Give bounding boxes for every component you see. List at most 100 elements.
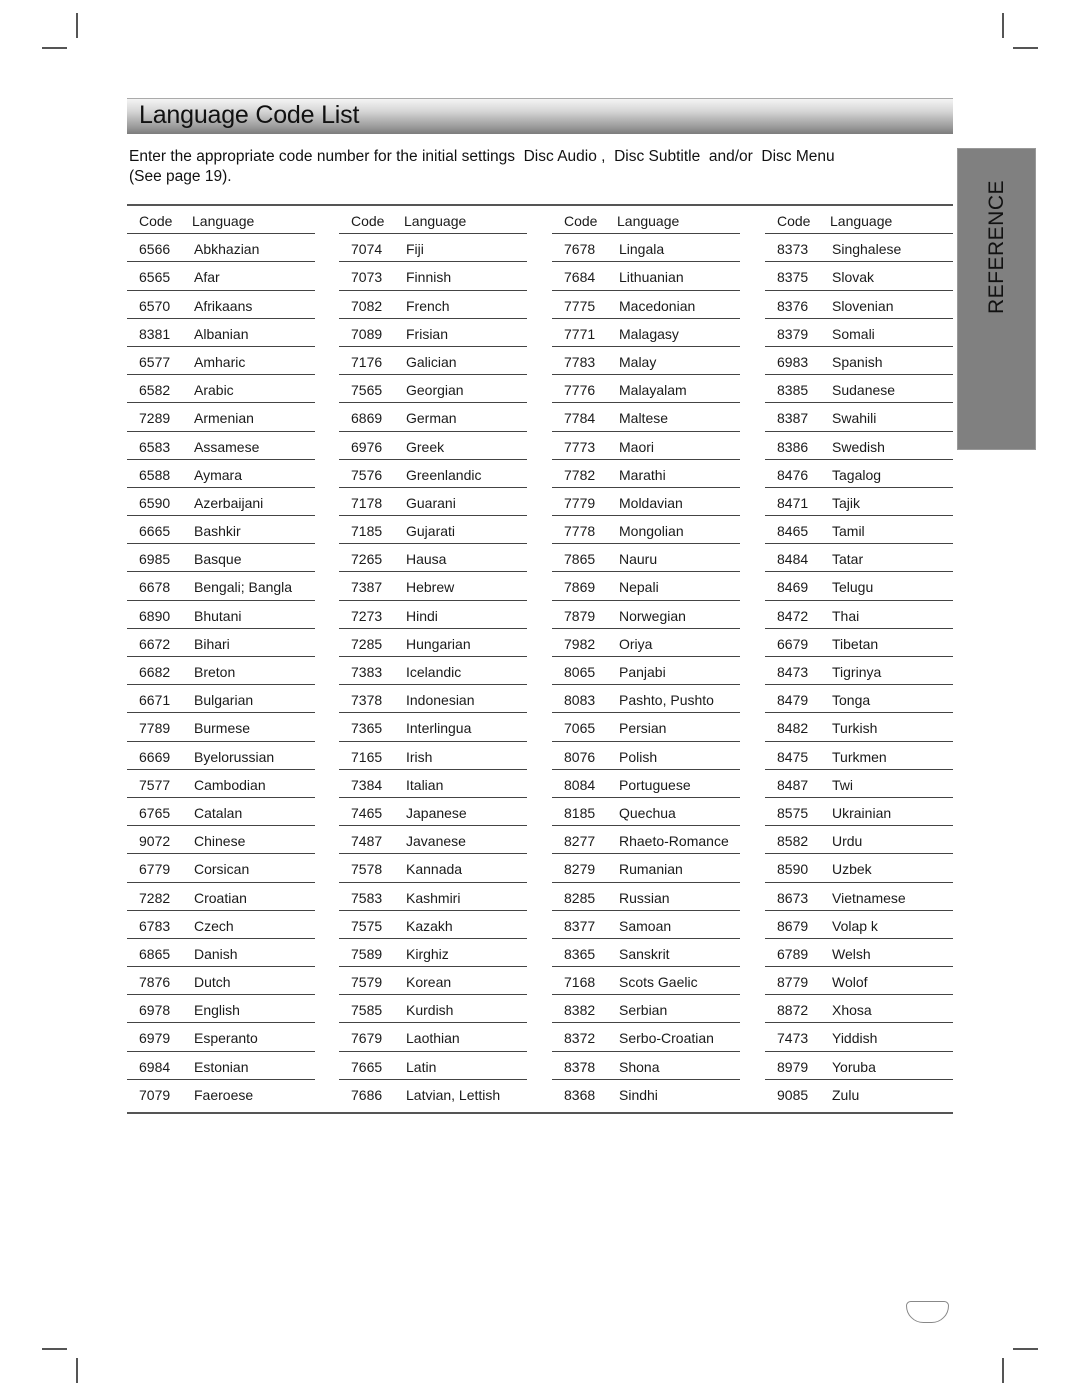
language-code: 6985 [139, 551, 171, 568]
language-name: Maltese [619, 410, 669, 427]
language-code: 7074 [351, 241, 383, 258]
language-code: 7575 [351, 917, 383, 934]
language-code: 7289 [139, 410, 171, 427]
table-row: 6682 Breton [127, 657, 315, 686]
intro-line-2: (See page 19). [129, 168, 232, 185]
language-code: 7079 [139, 1086, 171, 1103]
table-row: 7079 Faeroese [127, 1080, 315, 1108]
table-row: 6566 Abkhazian [127, 234, 315, 263]
language-name: Kurdish [406, 1002, 454, 1019]
language-code: 7473 [777, 1030, 809, 1047]
language-code: 8083 [564, 692, 596, 709]
language-name: Czech [194, 917, 234, 934]
header-code: Code [564, 213, 598, 229]
table-header-row: Code Language [339, 206, 527, 235]
language-code: 6789 [777, 945, 809, 962]
language-code: 8476 [777, 466, 809, 483]
language-name: Macedonian [619, 297, 696, 314]
language-name: Croatian [194, 889, 247, 906]
language-code: 7579 [351, 974, 383, 991]
language-name: Norwegian [619, 607, 686, 624]
language-code: 7771 [564, 325, 596, 342]
table-row: 7265 Hausa [339, 544, 527, 573]
header-code: Code [351, 213, 385, 229]
language-code: 7869 [564, 579, 596, 596]
table-row: 7383 Icelandic [339, 657, 527, 686]
language-name: Laothian [406, 1030, 460, 1047]
table-row: 7387 Hebrew [339, 572, 527, 601]
language-code: 6583 [139, 438, 171, 455]
language-code: 8378 [564, 1058, 596, 1075]
table-row: 6869 German [339, 403, 527, 432]
language-code: 6890 [139, 607, 171, 624]
page-number-badge [906, 1301, 949, 1323]
language-name: Kashmiri [406, 889, 461, 906]
table-row: 8277 Rhaeto-Romance [552, 826, 740, 855]
table-column-3: Code Language 7678 Lingala 7684 Lithuanian 777… [552, 206, 740, 1108]
table-row: 7074 Fiji [339, 234, 527, 263]
language-code: 6984 [139, 1058, 171, 1075]
language-name: Shona [619, 1058, 660, 1075]
language-name: Malagasy [619, 325, 679, 342]
table-row: 7577 Cambodian [127, 770, 315, 798]
language-code: 8076 [564, 748, 596, 765]
table-row: 7273 Hindi [339, 601, 527, 629]
language-name: Tonga [832, 692, 871, 709]
table-row: 8679 Volap k [765, 911, 953, 939]
language-name: Cambodian [194, 776, 266, 793]
language-name: Frisian [406, 325, 449, 342]
table-row: 8285 Russian [552, 883, 740, 911]
language-code: 8377 [564, 917, 596, 934]
language-name: Serbo-Croatian [619, 1030, 714, 1047]
table-row: 8368 Sindhi [552, 1080, 740, 1108]
table-row: 7589 Kirghiz [339, 939, 527, 968]
language-name: Javanese [406, 833, 466, 850]
language-name: Twi [832, 776, 853, 793]
table-row: 8476 Tagalog [765, 460, 953, 488]
language-name: Hausa [406, 551, 447, 568]
table-row: 7487 Javanese [339, 826, 527, 855]
language-code: 8473 [777, 664, 809, 680]
table-row: 6783 Czech [127, 911, 315, 939]
table-row: 6678 Bengali; Bangla [127, 572, 315, 601]
language-name: French [406, 297, 450, 314]
table-row: 8065 Panjabi [552, 657, 740, 686]
language-code: 8381 [139, 325, 171, 342]
crop-mark [1002, 13, 1004, 38]
table-row: 6890 Bhutani [127, 601, 315, 629]
language-name: Portuguese [619, 776, 691, 793]
table-row: 7165 Irish [339, 742, 527, 770]
language-name: Irish [406, 748, 433, 765]
language-code: 8465 [777, 523, 809, 540]
language-name: Bashkir [194, 523, 241, 540]
table-row: 6765 Catalan [127, 798, 315, 827]
table-row: 7176 Galician [339, 347, 527, 376]
table-row: 6985 Basque [127, 544, 315, 573]
language-code: 8469 [777, 579, 809, 596]
table-row: 6565 Afar [127, 262, 315, 291]
language-name: Albanian [194, 325, 249, 342]
language-name: Urdu [832, 833, 863, 850]
language-name: Tajik [832, 494, 861, 511]
language-name: Kazakh [406, 917, 453, 934]
table-row: 8479 Tonga [765, 685, 953, 714]
language-name: Armenian [194, 410, 254, 427]
language-code: 8872 [777, 1002, 809, 1019]
language-name: Pashto, Pushto [619, 692, 714, 709]
table-row: 8185 Quechua [552, 798, 740, 827]
table-row: 7665 Latin [339, 1052, 527, 1080]
language-code: 7589 [351, 945, 383, 962]
language-code: 7465 [351, 804, 383, 821]
language-code: 7073 [351, 269, 383, 286]
language-code: 7378 [351, 692, 383, 709]
language-name: Quechua [619, 804, 676, 821]
language-name: Samoan [619, 917, 672, 934]
language-code: 8368 [564, 1086, 596, 1103]
language-code: 7778 [564, 523, 596, 540]
table-row: 7384 Italian [339, 770, 527, 798]
table-row: 7585 Kurdish [339, 995, 527, 1024]
language-code: 6678 [139, 579, 171, 596]
intro-text: Enter the appropriate code number for th… [129, 147, 929, 187]
language-name: Sindhi [619, 1086, 658, 1103]
table-row: 8484 Tatar [765, 544, 953, 573]
